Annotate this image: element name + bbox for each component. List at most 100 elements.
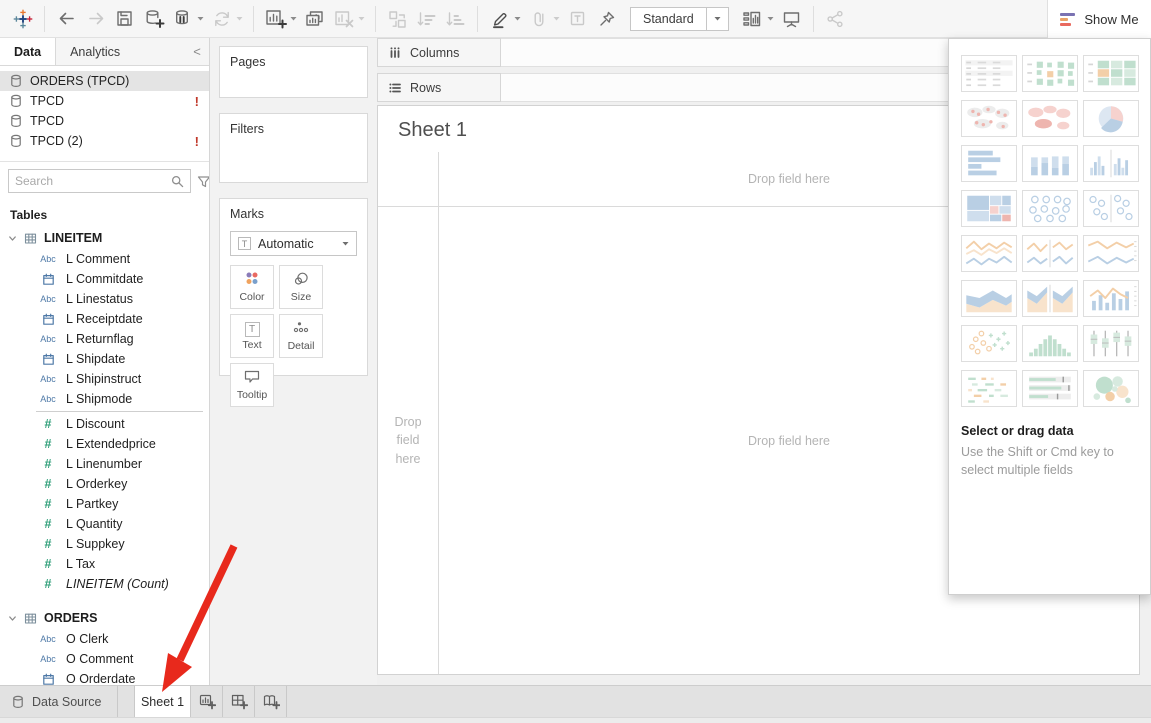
pause-auto-updates-icon[interactable] <box>170 5 195 33</box>
pause-auto-updates-caret-icon[interactable] <box>197 16 204 21</box>
showme-side-by-side-bars-thumbnail[interactable] <box>1083 145 1139 182</box>
clear-sheet-caret-icon[interactable] <box>358 16 365 21</box>
save-icon[interactable] <box>112 5 137 33</box>
field-item[interactable]: O Orderdate <box>0 669 209 685</box>
new-worksheet-button[interactable] <box>191 686 223 717</box>
field-item[interactable]: #L Orderkey <box>0 474 209 494</box>
showme-symbol-map-thumbnail[interactable] <box>961 100 1017 137</box>
table-header-lineitem[interactable]: LINEITEM <box>0 227 209 249</box>
showme-highlight-table-thumbnail[interactable] <box>1083 55 1139 92</box>
sort-descending-icon[interactable] <box>443 5 468 33</box>
sort-ascending-icon[interactable] <box>414 5 439 33</box>
field-item[interactable]: #L Linenumber <box>0 454 209 474</box>
swap-rows-columns-icon[interactable] <box>385 5 410 33</box>
tab-data[interactable]: Data <box>0 38 56 65</box>
datasource-item[interactable]: TPCD <box>0 111 209 131</box>
search-input-wrapper[interactable] <box>8 169 191 193</box>
showme-scatter-plot-thumbnail[interactable] <box>961 325 1017 362</box>
text-mark-button[interactable]: TText <box>230 314 274 358</box>
showme-gantt-thumbnail[interactable] <box>961 370 1017 407</box>
rows-drop-zone[interactable]: Drop field here <box>378 207 439 674</box>
showme-dual-lines-thumbnail[interactable] <box>1083 235 1139 272</box>
size-icon <box>292 271 310 289</box>
show-mark-labels-icon[interactable] <box>565 5 590 33</box>
show-hide-cards-caret-icon[interactable] <box>767 16 774 21</box>
undo-icon[interactable] <box>54 5 79 33</box>
showme-histogram-thumbnail[interactable] <box>1022 325 1078 362</box>
field-item[interactable]: AbcO Clerk <box>0 629 209 649</box>
showme-box-and-whisker-thumbnail[interactable] <box>1083 325 1139 362</box>
field-item[interactable]: L Receiptdate <box>0 309 209 329</box>
field-item[interactable]: AbcL Shipinstruct <box>0 369 209 389</box>
datasource-item[interactable]: TPCD! <box>0 91 209 111</box>
showme-continuous-lines-thumbnail[interactable] <box>961 235 1017 272</box>
field-item[interactable]: #L Tax <box>0 554 209 574</box>
showme-filled-map-thumbnail[interactable] <box>1022 100 1078 137</box>
showme-text-table-thumbnail[interactable] <box>961 55 1017 92</box>
fix-axes-icon[interactable] <box>594 5 619 33</box>
new-worksheet-caret-icon[interactable] <box>290 16 297 21</box>
size-mark-button[interactable]: Size <box>279 265 323 309</box>
highlight-caret-icon[interactable] <box>514 16 521 21</box>
showme-heat-map-thumbnail[interactable] <box>1022 55 1078 92</box>
new-story-button[interactable] <box>255 686 287 717</box>
field-item[interactable]: AbcL Returnflag <box>0 329 209 349</box>
field-item[interactable]: AbcO Comment <box>0 649 209 669</box>
show-hide-cards-icon[interactable] <box>740 5 765 33</box>
showme-packed-bubbles-thumbnail[interactable] <box>1083 370 1139 407</box>
run-update-caret-icon[interactable] <box>236 16 243 21</box>
new-worksheet-icon[interactable] <box>263 5 288 33</box>
tab-sheet-1[interactable]: Sheet 1 <box>134 686 191 717</box>
filter-fields-icon[interactable] <box>196 174 210 189</box>
redo-icon[interactable] <box>83 5 108 33</box>
table-header-orders[interactable]: ORDERS <box>0 607 209 629</box>
field-item[interactable]: #L Extendedprice <box>0 434 209 454</box>
field-item[interactable]: #L Partkey <box>0 494 209 514</box>
showme-stacked-bars-thumbnail[interactable] <box>1022 145 1078 182</box>
clear-sheet-icon[interactable] <box>331 5 356 33</box>
showme-horizontal-bars-thumbnail[interactable] <box>961 145 1017 182</box>
pages-shelf[interactable]: Pages <box>219 46 368 98</box>
group-members-icon[interactable] <box>526 5 551 33</box>
showme-continuous-area-thumbnail[interactable] <box>961 280 1017 317</box>
color-mark-button[interactable]: Color <box>230 265 274 309</box>
field-item[interactable]: #L Quantity <box>0 514 209 534</box>
datasource-item[interactable]: ORDERS (TPCD) <box>0 71 209 91</box>
new-datasource-icon[interactable] <box>141 5 166 33</box>
run-update-icon[interactable] <box>209 5 234 33</box>
presentation-mode-icon[interactable] <box>779 5 804 33</box>
share-icon[interactable] <box>823 5 848 33</box>
field-item[interactable]: L Shipdate <box>0 349 209 369</box>
showme-discrete-area-thumbnail[interactable] <box>1022 280 1078 317</box>
search-input[interactable] <box>15 174 170 188</box>
field-item[interactable]: AbcL Linestatus <box>0 289 209 309</box>
showme-circle-views-thumbnail[interactable] <box>1022 190 1078 227</box>
tableau-logo-icon[interactable] <box>10 5 35 33</box>
mark-type-dropdown[interactable]: T Automatic <box>230 231 357 256</box>
tab-data-source[interactable]: Data Source <box>0 686 118 717</box>
highlight-icon[interactable] <box>487 5 512 33</box>
datasource-item[interactable]: TPCD (2)! <box>0 131 209 151</box>
duplicate-sheet-icon[interactable] <box>302 5 327 33</box>
showme-pie-chart-thumbnail[interactable] <box>1083 100 1139 137</box>
showme-discrete-lines-thumbnail[interactable] <box>1022 235 1078 272</box>
showme-bullet-graph-thumbnail[interactable] <box>1022 370 1078 407</box>
filters-shelf[interactable]: Filters <box>219 113 368 183</box>
field-item[interactable]: AbcL Shipmode <box>0 389 209 409</box>
new-dashboard-button[interactable] <box>223 686 255 717</box>
group-members-caret-icon[interactable] <box>553 16 560 21</box>
tab-analytics[interactable]: Analytics <box>56 38 185 65</box>
collapse-pane-button[interactable]: < <box>185 38 209 65</box>
field-item[interactable]: #L Suppkey <box>0 534 209 554</box>
tooltip-mark-button[interactable]: Tooltip <box>230 363 274 407</box>
field-item[interactable]: #LINEITEM (Count) <box>0 574 209 594</box>
field-item[interactable]: AbcL Comment <box>0 249 209 269</box>
show-me-button[interactable]: Show Me <box>1047 0 1151 38</box>
field-item[interactable]: L Commitdate <box>0 269 209 289</box>
view-size-dropdown[interactable]: Standard <box>630 7 729 31</box>
showme-treemap-thumbnail[interactable] <box>961 190 1017 227</box>
showme-dual-combination-thumbnail[interactable] <box>1083 280 1139 317</box>
field-item[interactable]: #L Discount <box>0 414 209 434</box>
showme-side-by-side-circles-thumbnail[interactable] <box>1083 190 1139 227</box>
detail-mark-button[interactable]: Detail <box>279 314 323 358</box>
